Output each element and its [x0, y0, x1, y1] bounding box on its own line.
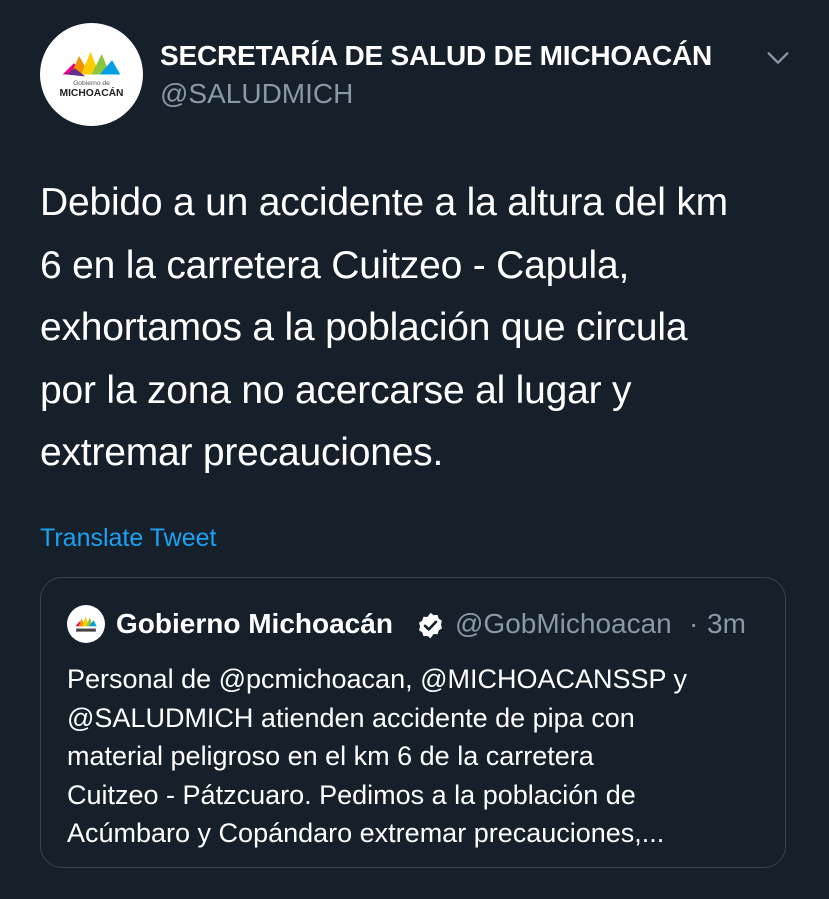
tweet-line: por la zona no acercarse al lugar y: [40, 368, 632, 412]
author-avatar[interactable]: Gobierno de MICHOACÁN: [40, 23, 143, 126]
separator-dot: ·: [689, 608, 699, 639]
quoted-line: Personal de @pcmichoacan, @MICHOACANSSP …: [67, 664, 688, 694]
tweet-line: extremar precauciones.: [40, 431, 444, 474]
tweet-line: 6 en la carretera Cuitzeo - Capula,: [40, 243, 630, 287]
quoted-line: Cuitzeo - Pátzcuaro. Pedimos a la poblac…: [67, 779, 636, 810]
michoacan-logo-icon: Gobierno de MICHOACÁN: [60, 51, 124, 99]
quoted-tweet-card[interactable]: Gobierno Michoacán @GobMichoacan · 3m Pe…: [40, 577, 786, 868]
translate-tweet-link[interactable]: Translate Tweet: [40, 524, 216, 553]
tweet-text: Debido a un accidente a la altura del km…: [40, 172, 800, 485]
chevron-down-icon[interactable]: [764, 44, 792, 72]
author-display-name[interactable]: SECRETARÍA DE SALUD DE MICHOACÁN: [160, 40, 712, 72]
michoacan-logo-icon: [75, 616, 97, 632]
quoted-author-avatar[interactable]: [67, 605, 105, 643]
quoted-line: material peligroso en el km 6 de la carr…: [67, 741, 594, 771]
quoted-line: @SALUDMICH atienden accidente de pipa co…: [67, 702, 635, 733]
quoted-tweet-text: Personal de @pcmichoacan, @MICHOACANSSP …: [67, 660, 767, 853]
author-handle[interactable]: @SALUDMICH: [160, 78, 353, 110]
tweet-line: exhortamos a la población que circula: [40, 306, 688, 349]
verified-badge-icon: [419, 612, 442, 639]
quoted-line: Acúmbaro y Copándaro extremar precaucion…: [67, 818, 665, 848]
quoted-author-display-name[interactable]: Gobierno Michoacán: [116, 608, 393, 640]
svg-text:Gobierno de: Gobierno de: [73, 80, 110, 87]
tweet-line: Debido a un accidente a la altura del km: [40, 181, 728, 224]
quoted-tweet-timestamp[interactable]: 3m: [707, 608, 746, 640]
quoted-author-handle[interactable]: @GobMichoacan: [455, 608, 672, 640]
svg-text:MICHOACÁN: MICHOACÁN: [60, 86, 124, 99]
